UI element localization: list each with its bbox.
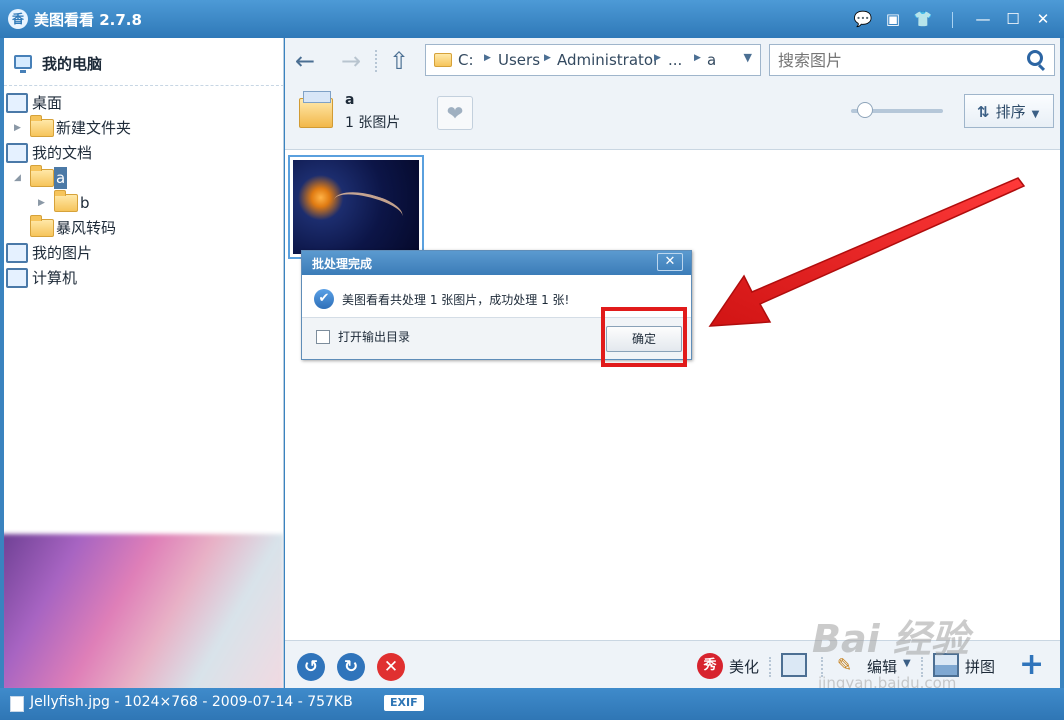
folder-name: a <box>345 92 355 108</box>
sort-button[interactable]: ⇅ 排序 ▼ <box>964 94 1054 128</box>
maximize-button[interactable]: ☐ <box>1002 8 1024 30</box>
folder-info-bar: a 1 张图片 ❤ ⇅ 排序 ▼ <box>285 84 1060 150</box>
sidebar-item-computer[interactable]: 计算机 <box>4 267 274 289</box>
sidebar-item-desktop[interactable]: 桌面 <box>4 92 274 114</box>
sidebar-item-label: 我的图片 <box>32 244 93 262</box>
sidebar-item-label: b <box>80 194 90 212</box>
desktop-icon <box>6 93 28 113</box>
minimize-button[interactable]: — <box>972 8 994 30</box>
app-logo-icon: 香 <box>8 9 28 29</box>
sidebar-header-label: 我的电脑 <box>42 55 103 73</box>
breadcrumb-item[interactable]: Users <box>498 51 540 69</box>
back-button[interactable]: ← <box>291 47 319 75</box>
computer-icon <box>6 268 28 288</box>
zoom-slider-handle[interactable] <box>856 102 873 118</box>
breadcrumb-item[interactable]: a <box>707 51 716 69</box>
highlight-box <box>601 307 687 367</box>
app-title: 美图看看 2.7.8 <box>34 11 142 29</box>
sidebar-item-new-folder[interactable]: ▶ 新建文件夹 <box>4 115 274 139</box>
chevron-right-icon: ▶ <box>484 53 491 63</box>
chevron-right-icon: ▶ <box>654 53 661 63</box>
folder-icon <box>30 115 54 137</box>
forward-button[interactable]: → <box>337 47 365 75</box>
menu-icon[interactable]: ▣ <box>882 8 904 30</box>
blurred-preview <box>4 534 283 688</box>
breadcrumb-item[interactable]: C: <box>458 51 474 69</box>
action-separator <box>769 657 771 677</box>
collage-button[interactable]: 拼图 <box>965 656 995 677</box>
sort-label: 排序 <box>995 103 1026 121</box>
drive-icon <box>434 53 452 67</box>
expand-arrow-icon[interactable]: ▶ <box>38 192 48 214</box>
image-thumbnail[interactable] <box>288 155 424 259</box>
dialog-title: 批处理完成 <box>302 251 691 275</box>
rotate-right-button[interactable]: ↻ <box>337 653 365 681</box>
sort-icon: ⇅ <box>977 103 990 121</box>
sidebar-item-label: 计算机 <box>32 269 78 287</box>
rotate-left-button[interactable]: ↺ <box>297 653 325 681</box>
open-output-checkbox[interactable] <box>316 330 330 344</box>
feedback-icon[interactable]: 💬 <box>852 8 874 30</box>
open-output-label[interactable]: 打开输出目录 <box>338 328 410 345</box>
search-input[interactable] <box>769 44 1055 76</box>
beautify-icon[interactable]: 秀 <box>697 653 723 679</box>
sidebar-item-b[interactable]: ▶ b <box>4 190 274 214</box>
thumbnail-detail <box>330 183 406 233</box>
navigation-toolbar: ← → ⇧ C: ▶ Users ▶ Administrator ▶ ... ▶… <box>285 38 1060 84</box>
sidebar-item-label: a <box>54 167 68 189</box>
chevron-right-icon: ▶ <box>544 53 551 63</box>
slideshow-icon[interactable] <box>781 653 807 677</box>
pictures-icon <box>6 243 28 263</box>
current-folder-icon <box>299 91 333 128</box>
folder-tree-sidebar: 我的电脑 桌面 ▶ 新建文件夹 我的文档 ◢ a ▶ b 暴风转码 我的图片 计… <box>4 38 284 688</box>
sidebar-item-a[interactable]: ◢ a <box>4 165 274 189</box>
red-arrow-annotation <box>708 177 1026 327</box>
image-count: 1 张图片 <box>345 115 401 131</box>
title-bar: 香 美图看看 2.7.8 💬 ▣ 👕 — ☐ ✕ <box>0 0 1064 38</box>
exif-button[interactable]: EXIF <box>384 695 424 711</box>
sidebar-item-my-pictures[interactable]: 我的图片 <box>4 242 274 264</box>
folder-icon <box>54 190 78 212</box>
dialog-close-button[interactable]: ✕ <box>657 253 683 271</box>
computer-icon <box>14 55 32 73</box>
skin-icon[interactable]: 👕 <box>912 8 934 30</box>
collapse-arrow-icon[interactable]: ◢ <box>14 167 24 189</box>
close-button[interactable]: ✕ <box>1032 8 1054 30</box>
baidu-watermark: Bai 经验 <box>812 617 969 661</box>
jellyfish-thumbnail-image <box>293 160 419 254</box>
documents-icon <box>6 143 28 163</box>
favorite-button[interactable]: ❤ <box>437 96 473 130</box>
breadcrumb-item[interactable]: Administrator <box>557 51 659 69</box>
chevron-down-icon: ▼ <box>1031 109 1040 120</box>
up-folder-button[interactable]: ⇧ <box>385 47 413 75</box>
chevron-right-icon: ▶ <box>694 53 701 63</box>
breadcrumb[interactable]: C: ▶ Users ▶ Administrator ▶ ... ▶ a ▼ <box>425 44 761 76</box>
check-icon: ✔ <box>314 289 334 309</box>
toolbar-separator <box>375 50 377 72</box>
open-folder-icon <box>30 165 54 187</box>
file-info: Jellyfish.jpg - 1024×768 - 2009-07-14 - … <box>30 694 353 710</box>
sidebar-item-label: 新建文件夹 <box>56 119 132 137</box>
titlebar-separator <box>952 12 953 28</box>
search-icon[interactable] <box>1027 50 1043 66</box>
dialog-message: 美图看看共处理 1 张图片，成功处理 1 张! <box>342 293 570 307</box>
sidebar-item-label: 我的文档 <box>32 144 93 162</box>
jpg-file-icon <box>10 696 24 712</box>
expand-arrow-icon[interactable]: ▶ <box>14 117 24 139</box>
delete-button[interactable]: ✕ <box>377 653 405 681</box>
folder-icon <box>30 215 54 237</box>
add-button[interactable]: + <box>1019 647 1044 682</box>
beautify-button[interactable]: 美化 <box>729 656 759 677</box>
sidebar-item-label: 桌面 <box>32 94 63 112</box>
sidebar-item-baofeng[interactable]: 暴风转码 <box>4 215 274 239</box>
status-bar: Jellyfish.jpg - 1024×768 - 2009-07-14 - … <box>0 688 1064 720</box>
breadcrumb-item[interactable]: ... <box>668 51 682 69</box>
sidebar-header[interactable]: 我的电脑 <box>4 38 283 86</box>
sidebar-item-my-documents[interactable]: 我的文档 <box>4 142 274 164</box>
chevron-down-icon[interactable]: ▼ <box>744 51 752 64</box>
sidebar-item-label: 暴风转码 <box>56 219 117 237</box>
